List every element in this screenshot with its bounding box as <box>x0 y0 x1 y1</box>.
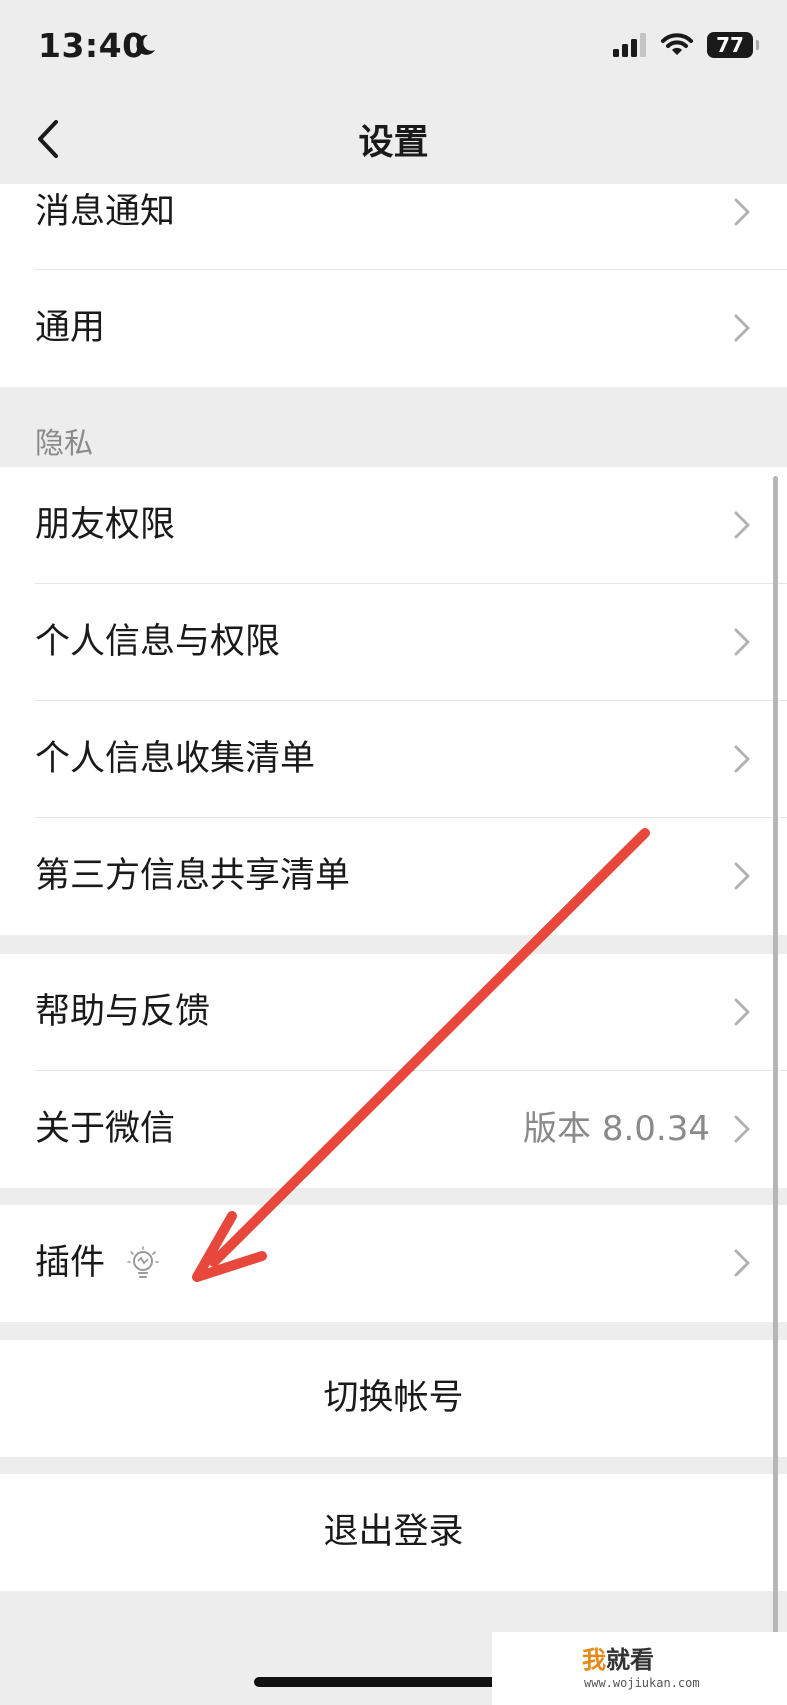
row-label: 个人信息收集清单 <box>35 739 316 779</box>
row-personal-info-permissions[interactable]: 个人信息与权限 <box>0 584 787 701</box>
row-label: 个人信息与权限 <box>35 622 281 662</box>
row-notifications[interactable]: 消息通知 <box>0 184 787 270</box>
chevron-right-icon <box>734 998 750 1026</box>
switch-account-button[interactable]: 切换帐号 <box>0 1340 787 1457</box>
row-label: 帮助与反馈 <box>35 992 211 1032</box>
page-title: 设置 <box>358 123 429 163</box>
chevron-right-icon <box>734 1115 750 1143</box>
watermark-logo: 我就看 <box>582 1646 654 1674</box>
signal-icon <box>613 33 646 57</box>
row-third-party-sharing-list[interactable]: 第三方信息共享清单 <box>0 818 787 935</box>
settings-group-privacy: 朋友权限 个人信息与权限 个人信息收集清单 第三方信息共享清单 <box>0 467 787 935</box>
status-bar: 13:40 77 <box>0 0 787 92</box>
row-plugins[interactable]: 插件 <box>0 1205 787 1322</box>
status-time: 13:40 <box>38 26 146 65</box>
version-value: 版本 8.0.34 <box>523 1109 710 1149</box>
row-friend-permissions[interactable]: 朋友权限 <box>0 467 787 584</box>
wifi-icon <box>661 33 693 55</box>
row-label: 第三方信息共享清单 <box>35 856 351 896</box>
chevron-right-icon <box>734 511 750 539</box>
nav-bar: 设置 <box>0 92 787 184</box>
chevron-right-icon <box>734 745 750 773</box>
settings-group-top: 消息通知 通用 <box>0 184 787 387</box>
chevron-right-icon <box>734 628 750 656</box>
row-label: 通用 <box>35 308 106 348</box>
moon-icon <box>136 34 155 55</box>
scrollbar[interactable] <box>773 476 778 1676</box>
logout-button[interactable]: 退出登录 <box>0 1474 787 1591</box>
row-help-feedback[interactable]: 帮助与反馈 <box>0 954 787 1071</box>
settings-group-support: 帮助与反馈 关于微信 版本 8.0.34 <box>0 954 787 1188</box>
watermark: 我就看 www.wojiukan.com <box>492 1632 787 1705</box>
chevron-right-icon <box>734 862 750 890</box>
row-label: 插件 <box>35 1243 106 1283</box>
row-info-collection-list[interactable]: 个人信息收集清单 <box>0 701 787 818</box>
chevron-right-icon <box>734 198 750 226</box>
section-header-privacy: 隐私 <box>35 426 94 460</box>
chevron-right-icon <box>734 314 750 342</box>
row-general[interactable]: 通用 <box>0 270 787 387</box>
settings-group-plugins: 插件 <box>0 1205 787 1322</box>
row-label: 朋友权限 <box>35 505 176 545</box>
status-icons: 77 <box>613 32 759 58</box>
lightbulb-icon <box>127 1246 159 1278</box>
row-label: 消息通知 <box>35 192 176 232</box>
row-about-wechat[interactable]: 关于微信 版本 8.0.34 <box>0 1071 787 1188</box>
row-label: 关于微信 <box>35 1109 176 1149</box>
battery-indicator: 77 <box>707 32 759 58</box>
chevron-right-icon <box>734 1249 750 1277</box>
watermark-url: www.wojiukan.com <box>584 1676 700 1690</box>
